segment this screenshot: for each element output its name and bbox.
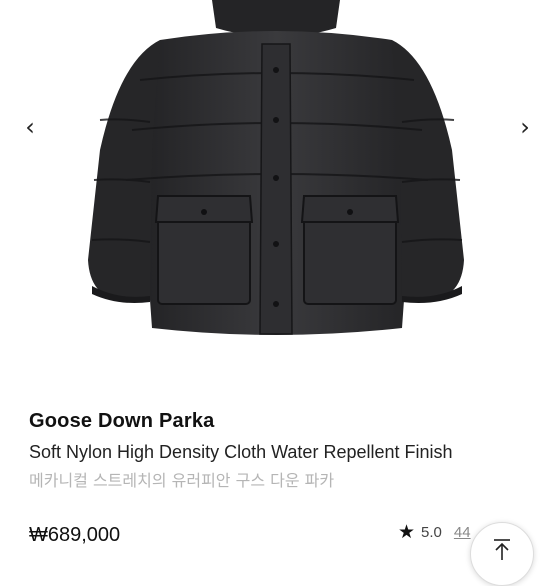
product-subtitle: 메카니컬 스트레치의 유러피안 구스 다운 파카	[29, 471, 335, 490]
scroll-to-top-button[interactable]	[470, 522, 534, 586]
rating-value: 5.0	[421, 523, 442, 541]
product-price: ₩689,000	[29, 524, 121, 546]
review-count-link[interactable]: 44	[454, 524, 471, 541]
star-icon: ★	[398, 521, 416, 543]
product-image-parka	[88, 0, 464, 335]
arrow-up-to-top-icon	[494, 539, 510, 560]
product-gallery[interactable]: ‹ ›	[0, 0, 554, 380]
rating-summary[interactable]: ★ 5.0 44	[398, 521, 471, 543]
product-info: Goose Down Parka Soft Nylon High Density…	[29, 408, 534, 492]
product-description: Soft Nylon High Density Cloth Water Repe…	[29, 442, 453, 462]
chevron-right-icon[interactable]: ›	[511, 112, 539, 142]
product-name: Goose Down Parka	[29, 410, 215, 432]
chevron-left-icon[interactable]: ‹	[16, 112, 44, 142]
